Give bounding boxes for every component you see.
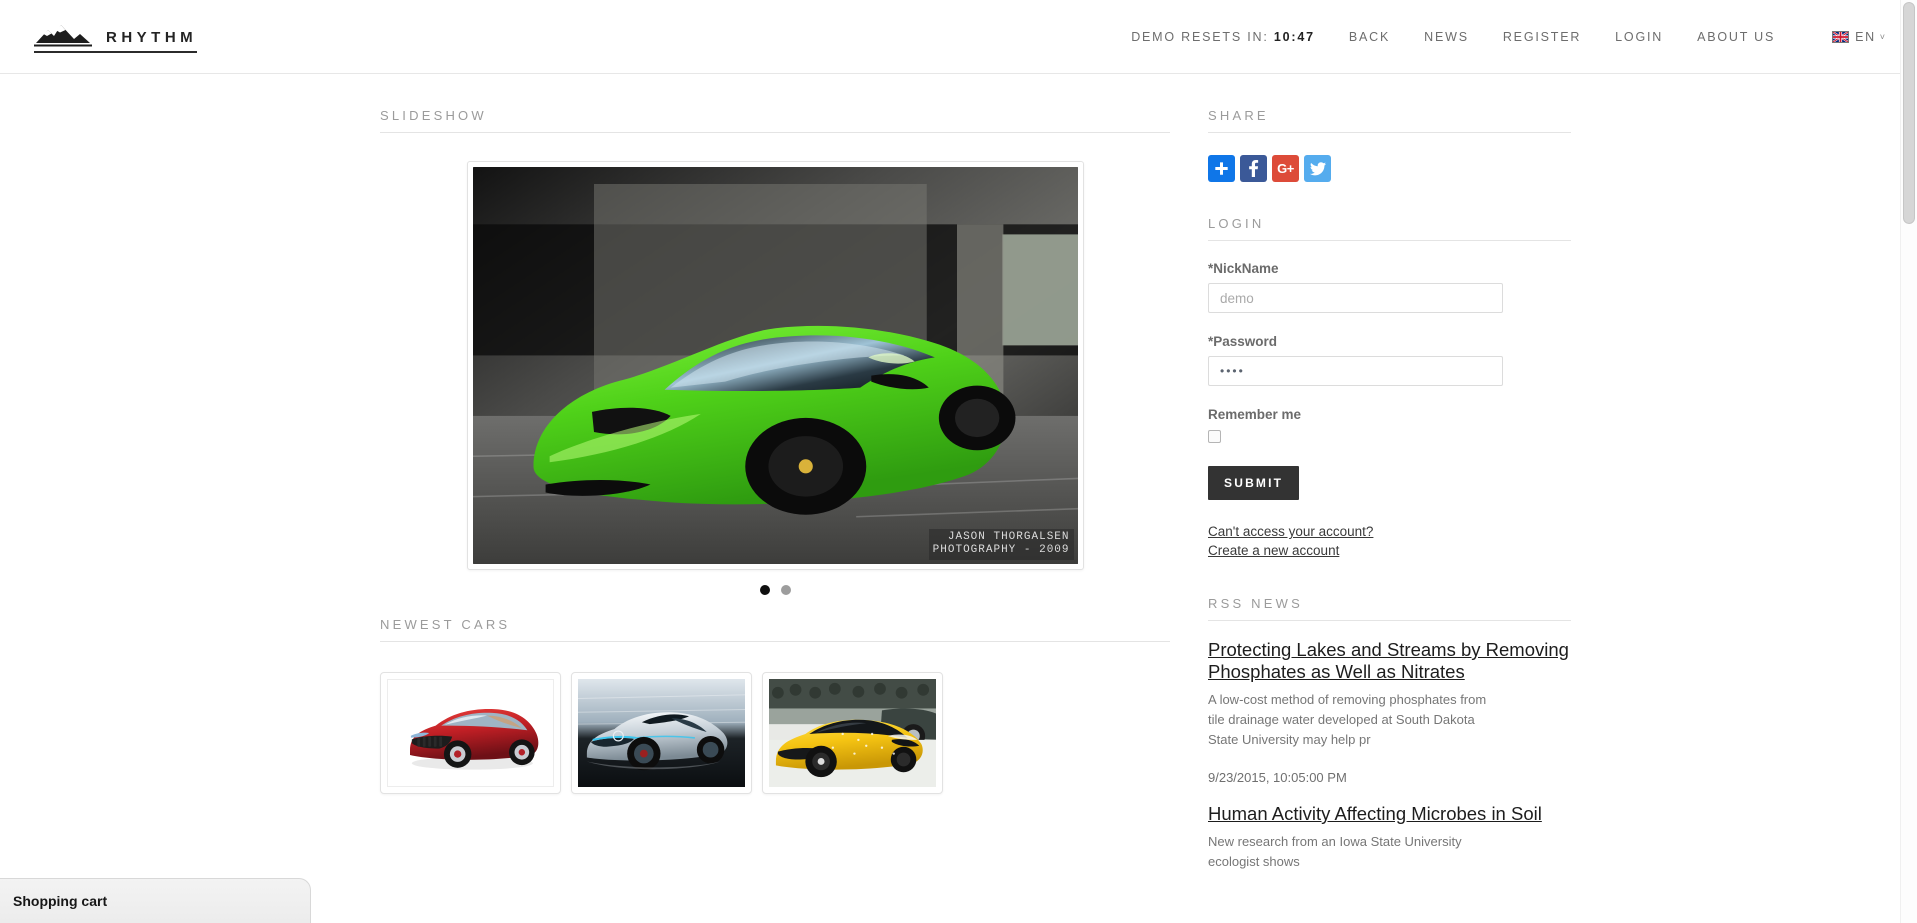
facebook-f-icon [1249, 160, 1259, 177]
nickname-input[interactable] [1208, 283, 1503, 313]
nav-item-back[interactable]: BACK [1332, 30, 1407, 44]
page-content: SLIDESHOW JASON THORGALSEN PHOTOGRAPHY -… [0, 74, 1917, 872]
password-input[interactable]: •••• [1208, 356, 1503, 386]
news-item: Protecting Lakes and Streams by Removing… [1208, 639, 1571, 785]
google-plus-glyph: G+ [1277, 161, 1294, 176]
remember-me-row [1208, 430, 1571, 443]
site-header: RHYTHM DEMO RESETS IN: 10:47 BACK NEWS R… [0, 0, 1917, 74]
nav-item-news[interactable]: NEWS [1407, 30, 1486, 44]
car-card-red-sedan[interactable] [380, 672, 561, 794]
nickname-label: *NickName [1208, 261, 1279, 276]
create-account-link[interactable]: Create a new account [1208, 543, 1571, 558]
language-label: EN [1855, 29, 1876, 44]
scrollbar-thumb[interactable] [1903, 2, 1915, 224]
nav-item-about-us[interactable]: ABOUT US [1680, 30, 1792, 44]
sidebar: SHARE G+ LOGIN *NickName demo *Password … [1208, 74, 1571, 872]
demo-reset-timer: DEMO RESETS IN: 10:47 [1114, 30, 1332, 44]
nav-item-login[interactable]: LOGIN [1598, 30, 1680, 44]
twitter-share-icon[interactable] [1304, 155, 1331, 182]
watermark-line-2: PHOTOGRAPHY - 2009 [932, 544, 1070, 557]
password-masked-value: •••• [1220, 364, 1245, 378]
demo-reset-label: DEMO RESETS IN: [1131, 29, 1269, 44]
slide-frame[interactable]: JASON THORGALSEN PHOTOGRAPHY - 2009 [466, 161, 1084, 570]
page-scrollbar[interactable] [1900, 0, 1917, 923]
mountain-icon [34, 24, 92, 46]
uk-flag-icon [1832, 30, 1850, 43]
news-item: Human Activity Affecting Microbes in Soi… [1208, 803, 1571, 872]
slide-dot-2[interactable] [780, 585, 791, 595]
addthis-share-icon[interactable] [1208, 155, 1235, 182]
page-viewport: RHYTHM DEMO RESETS IN: 10:47 BACK NEWS R… [0, 0, 1917, 923]
slideshow-pagination [380, 585, 1170, 595]
slide-image-green-lamborghini[interactable]: JASON THORGALSEN PHOTOGRAPHY - 2009 [472, 167, 1078, 564]
news-title-link[interactable]: Protecting Lakes and Streams by Removing… [1208, 639, 1571, 683]
plus-icon [1215, 162, 1228, 175]
forgot-account-link[interactable]: Can't access your account? [1208, 524, 1571, 539]
brand-logo[interactable]: RHYTHM [34, 21, 198, 53]
facebook-share-icon[interactable] [1240, 155, 1267, 182]
slideshow: JASON THORGALSEN PHOTOGRAPHY - 2009 [380, 161, 1170, 595]
slide-dot-1[interactable] [759, 585, 770, 595]
shopping-cart-bar[interactable]: Shopping cart [0, 878, 311, 923]
language-selector[interactable]: EN ˅ [1832, 30, 1885, 44]
login-form: *NickName *Password •••• Remember me SUB… [1208, 261, 1571, 558]
shopping-cart-label: Shopping cart [13, 893, 108, 909]
news-title-link[interactable]: Human Activity Affecting Microbes in Soi… [1208, 803, 1571, 825]
google-plus-share-icon[interactable]: G+ [1272, 155, 1299, 182]
news-description: New research from an Iowa State Universi… [1208, 833, 1462, 870]
twitter-bird-icon [1309, 161, 1326, 175]
car-card-yellow-lamborghini[interactable] [762, 672, 943, 794]
rss-news-title: RSS NEWS [1208, 562, 1571, 621]
car-thumb-yellow-lamborghini [769, 679, 936, 787]
brand-name: RHYTHM [106, 28, 198, 46]
main-column: SLIDESHOW JASON THORGALSEN PHOTOGRAPHY -… [380, 74, 1170, 872]
remember-me-label: Remember me [1208, 407, 1302, 422]
watermark-line-1: JASON THORGALSEN [947, 530, 1070, 543]
login-helper-links: Can't access your account? Create a new … [1208, 524, 1571, 558]
photo-watermark: JASON THORGALSEN PHOTOGRAPHY - 2009 [928, 528, 1074, 560]
newest-cars-list [380, 672, 1170, 794]
share-buttons: G+ [1208, 155, 1571, 182]
password-label: *Password [1208, 334, 1278, 349]
login-title: LOGIN [1208, 182, 1571, 241]
car-card-silver-concept[interactable] [571, 672, 752, 794]
main-navigation: DEMO RESETS IN: 10:47 BACK NEWS REGISTER… [1114, 30, 1917, 44]
car-thumb-red-sedan [387, 679, 554, 787]
remember-me-checkbox[interactable] [1208, 430, 1221, 443]
newest-cars-title: NEWEST CARS [380, 595, 1170, 642]
news-date: 9/23/2015, 10:05:00 PM [1208, 770, 1347, 786]
news-description: A low-cost method of removing phosphates… [1208, 691, 1487, 747]
share-title: SHARE [1208, 74, 1571, 133]
car-thumb-silver-concept [578, 679, 745, 787]
submit-button[interactable]: SUBMIT [1208, 466, 1300, 500]
slideshow-title: SLIDESHOW [380, 74, 1170, 133]
chevron-down-icon: ˅ [1879, 31, 1885, 42]
nav-item-register[interactable]: REGISTER [1486, 30, 1598, 44]
demo-reset-value: 10:47 [1273, 29, 1315, 44]
